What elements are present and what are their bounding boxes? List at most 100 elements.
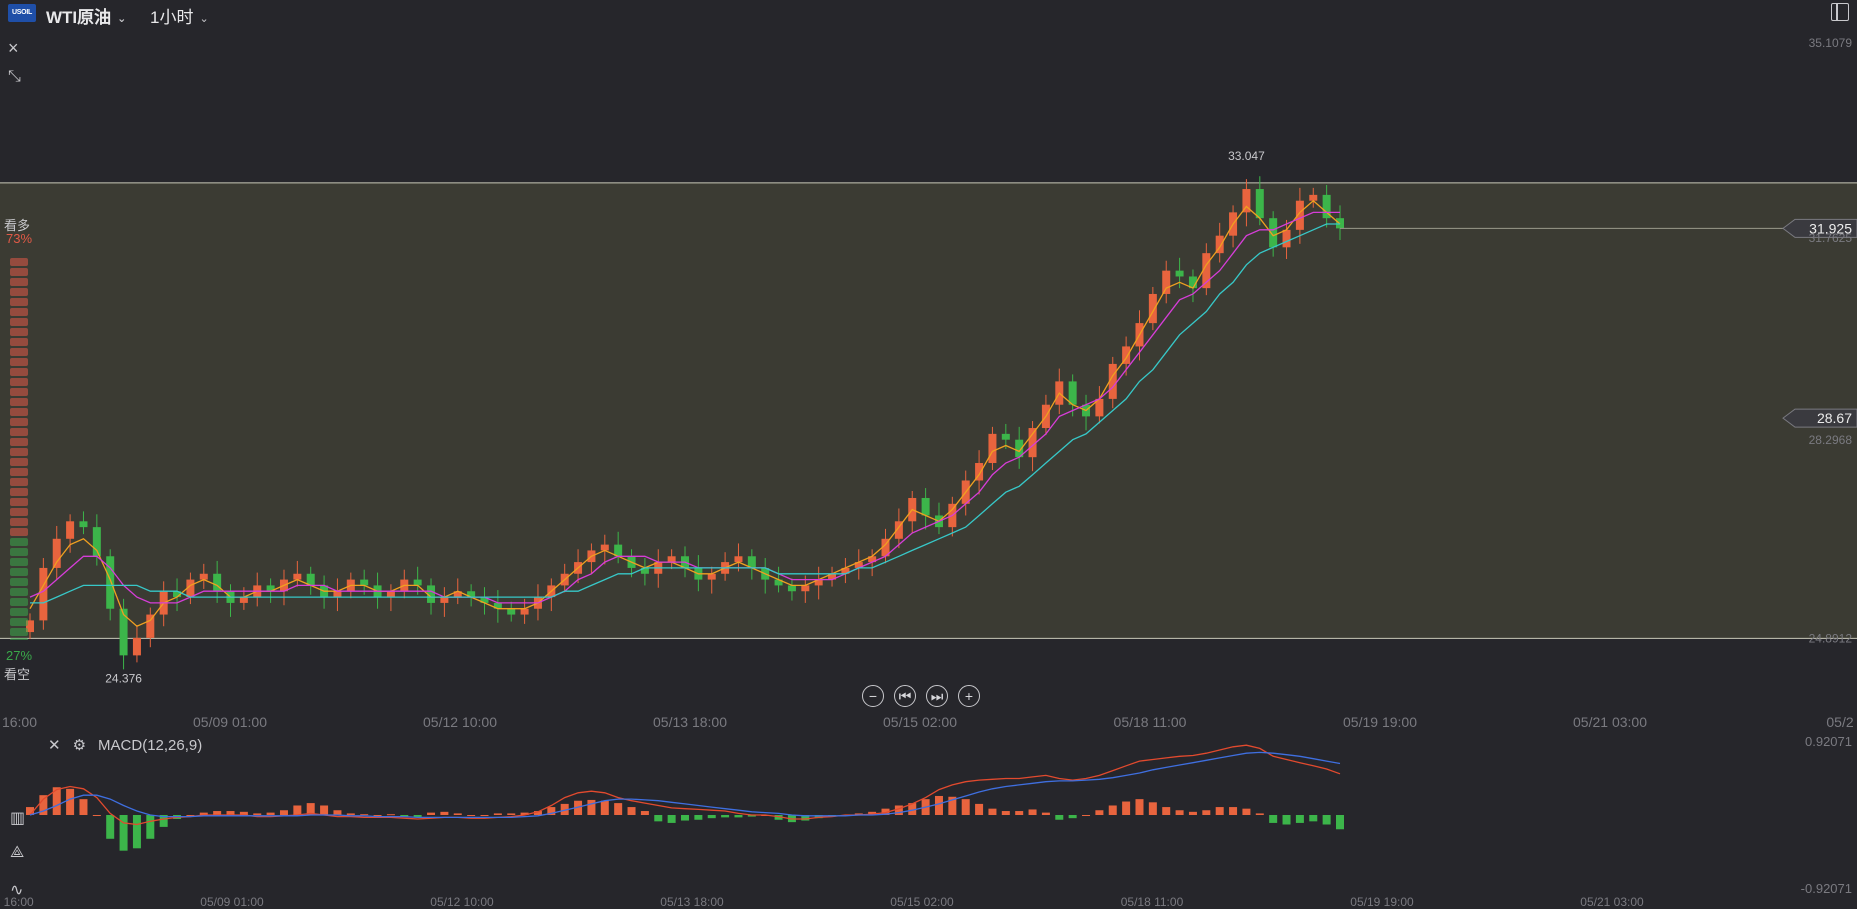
macd-label: MACD(12,26,9) <box>98 736 203 754</box>
indicator-icon[interactable]: ▥ <box>10 808 25 828</box>
macd-bar <box>614 803 623 815</box>
bear-segment <box>10 568 28 576</box>
macd-bar <box>453 813 462 815</box>
bull-segment <box>10 498 28 506</box>
macd-bar <box>1215 807 1224 815</box>
macd-bar <box>253 813 262 815</box>
macd-bar <box>79 799 88 815</box>
macd-dea-line <box>29 751 1341 819</box>
price-chart[interactable]: 31.92528.6735.107931.762528.296824.89123… <box>0 0 1857 909</box>
macd-bar <box>493 813 502 815</box>
bear-label: 看空 <box>4 667 31 682</box>
macd-close-icon[interactable]: ✕ <box>48 736 61 754</box>
macd-y-label: 0.92071 <box>1805 734 1852 749</box>
candle-body <box>1162 270 1171 294</box>
macd-bar <box>1108 805 1117 815</box>
candle-body <box>734 556 743 563</box>
macd-bar <box>66 788 75 815</box>
macd-bar <box>1001 811 1010 815</box>
candle-body <box>1001 433 1010 440</box>
macd-bar <box>333 810 342 815</box>
macd-bar <box>467 815 476 816</box>
bull-segment <box>10 458 28 466</box>
bull-segment <box>10 268 28 276</box>
macd-bar <box>279 810 288 815</box>
macd-bar <box>106 815 115 839</box>
candle-body <box>520 608 529 615</box>
candle-body <box>39 567 48 621</box>
candle-body <box>667 556 676 563</box>
bull-segment <box>10 418 28 426</box>
bear-segment <box>10 618 28 626</box>
drawing-icon[interactable]: ⟁ <box>10 844 24 862</box>
bull-segment <box>10 298 28 306</box>
range-band <box>0 182 1857 639</box>
macd-bar <box>293 805 302 815</box>
bear-segment <box>10 578 28 586</box>
wave-icon[interactable]: ∿ <box>10 880 23 900</box>
bull-segment <box>10 308 28 316</box>
macd-bar <box>360 814 369 816</box>
x-axis-label: 05/2 <box>1826 714 1853 730</box>
y-axis-label: 35.1079 <box>1809 36 1853 50</box>
bull-segment <box>10 438 28 446</box>
bull-segment <box>10 448 28 456</box>
macd-bar <box>1028 809 1037 815</box>
gear-icon[interactable]: ⚙ <box>73 736 86 754</box>
bull-segment <box>10 398 28 406</box>
bull-segment <box>10 358 28 366</box>
bull-segment <box>10 338 28 346</box>
bear-segment <box>10 608 28 616</box>
macd-bar <box>640 811 649 815</box>
jump-start-button[interactable]: ⏮ <box>894 685 916 707</box>
candle-body <box>132 637 141 656</box>
candle-body <box>707 573 716 580</box>
zoom-in-button[interactable]: + <box>958 685 980 707</box>
bear-segment <box>10 558 28 566</box>
macd-bar <box>681 815 689 821</box>
macd-bar <box>667 815 676 823</box>
macd-header: ✕ ⚙ MACD(12,26,9) <box>48 736 203 755</box>
candle-body <box>333 591 342 598</box>
macd-bar <box>132 815 141 849</box>
macd-bar <box>346 813 355 815</box>
x-axis-label: 05/21 03:00 <box>1573 714 1647 730</box>
macd-x-axis-label: 05/18 11:00 <box>1121 895 1184 909</box>
bear-segment <box>10 628 28 636</box>
bull-segment <box>10 408 28 416</box>
bull-segment <box>10 478 28 486</box>
macd-bar <box>320 805 329 815</box>
jump-end-button[interactable]: ⏭ <box>926 685 948 707</box>
macd-bar <box>427 812 436 815</box>
macd-bar <box>1082 815 1091 816</box>
macd-bar <box>1269 815 1278 823</box>
candle-body <box>360 579 369 586</box>
bull-segment <box>10 368 28 376</box>
macd-bar <box>1175 810 1184 815</box>
bull-segment <box>10 288 28 296</box>
macd-bar <box>1322 815 1331 825</box>
macd-bar <box>1282 815 1291 825</box>
candle-body <box>921 497 930 516</box>
bull-segment <box>10 528 28 536</box>
macd-bar <box>1188 811 1197 815</box>
macd-bar <box>1255 813 1264 815</box>
macd-bar <box>1015 811 1024 815</box>
macd-bar <box>694 815 703 820</box>
macd-bar <box>707 815 716 819</box>
bull-segment <box>10 318 28 326</box>
macd-bar <box>627 807 636 815</box>
high-label: 33.047 <box>1228 149 1265 163</box>
bear-segment <box>10 638 28 640</box>
zoom-out-button[interactable]: − <box>862 685 884 707</box>
bear-segment <box>10 538 28 546</box>
macd-bar <box>1122 801 1131 815</box>
y-axis-label: 28.2968 <box>1809 433 1853 447</box>
candle-body <box>293 573 302 580</box>
candle-body <box>600 544 609 551</box>
macd-bar <box>1055 815 1064 820</box>
macd-bar <box>266 812 275 815</box>
x-axis-label: 05/09 01:00 <box>193 714 267 730</box>
bear-segment <box>10 598 28 606</box>
candle-body <box>787 585 796 592</box>
